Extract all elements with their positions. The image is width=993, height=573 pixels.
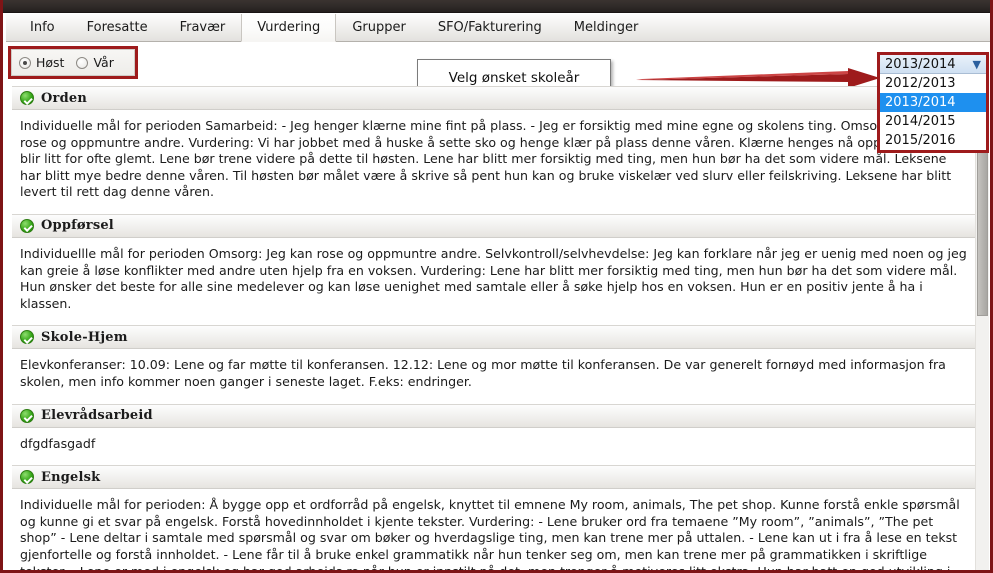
- tab-label: Fravær: [179, 20, 226, 35]
- green-check-icon: [20, 408, 34, 423]
- schoolyear-dropdown[interactable]: 2013/2014 ▼ 2012/2013 2013/2014 2014/2015 2…: [877, 52, 989, 153]
- assessment-panel-title: Oppførsel: [41, 218, 114, 234]
- tab-sfo-fakturering[interactable]: SFO/Fakturering: [422, 14, 558, 41]
- season-radio-var[interactable]: Vår: [76, 55, 114, 70]
- schoolyear-dropdown-header[interactable]: 2013/2014 ▼: [880, 55, 986, 74]
- schoolyear-option[interactable]: 2012/2013: [880, 74, 986, 93]
- tab-meldinger[interactable]: Meldinger: [558, 14, 655, 41]
- assessment-panel: Engelsk Individuelle mål for perioden: Å …: [12, 465, 981, 570]
- schoolyear-option[interactable]: 2014/2015: [880, 112, 986, 131]
- assessment-panel: Orden Individuelle mål for perioden Samar…: [12, 86, 981, 210]
- assessment-panel-body: Individuelle mål for perioden: Å bygge o…: [12, 489, 981, 570]
- schoolyear-dropdown-list[interactable]: 2012/2013 2013/2014 2014/2015 2015/2016: [880, 74, 986, 150]
- schoolyear-selected-value: 2013/2014: [885, 56, 956, 72]
- schoolyear-option[interactable]: 2015/2016: [880, 131, 986, 150]
- browser-chrome-bar: [3, 0, 990, 13]
- radio-button-icon[interactable]: [19, 56, 31, 69]
- schoolyear-option[interactable]: 2013/2014: [880, 93, 986, 112]
- assessment-panel-title: Elevrådsarbeid: [41, 408, 153, 424]
- tab-info[interactable]: Info: [14, 14, 71, 41]
- tab-label: SFO/Fakturering: [437, 20, 542, 35]
- season-radio-label: Vår: [93, 55, 114, 70]
- assessment-panel-body: Individuellle mål for perioden Omsorg: J…: [12, 237, 981, 322]
- tab-frav-r[interactable]: Fravær: [164, 14, 242, 41]
- tab-foresatte[interactable]: Foresatte: [71, 14, 164, 41]
- vertical-scrollbar-track[interactable]: [975, 86, 989, 570]
- tab-label: Grupper: [352, 20, 406, 35]
- application-window: Info Foresatte Fravær Vurdering Grupper SFO/F…: [0, 0, 993, 573]
- tab-grupper[interactable]: Grupper: [336, 14, 422, 41]
- assessment-panel-header[interactable]: Engelsk: [12, 465, 981, 490]
- tab-label: Foresatte: [86, 20, 148, 35]
- assessment-panel-header[interactable]: Elevrådsarbeid: [12, 403, 981, 428]
- season-radio-label: Høst: [36, 55, 65, 70]
- main-tab-strip: Info Foresatte Fravær Vurdering Grupper SFO/F…: [6, 14, 990, 42]
- green-check-icon: [20, 91, 34, 105]
- radio-button-icon[interactable]: [76, 56, 89, 69]
- green-check-icon: [20, 218, 34, 233]
- season-radio-group[interactable]: Høst Vår: [11, 49, 135, 76]
- assessment-panel-title: Engelsk: [41, 469, 101, 485]
- tab-label: Meldinger: [573, 20, 639, 35]
- assessment-panel-body: Individuelle mål for perioden Samarbeid:…: [12, 110, 981, 210]
- content-area: Høst Vår Velg ønsket skoleår 2013/2014 ▼ …: [6, 42, 990, 570]
- green-check-icon: [20, 470, 34, 485]
- season-radio-host[interactable]: Høst: [19, 55, 64, 70]
- assessment-panel-title: Skole-Hjem: [41, 329, 128, 345]
- tab-label: Vurdering: [257, 20, 321, 35]
- assessment-panel: Elevrådsarbeid dfgdfasgadf: [12, 403, 981, 462]
- assessment-panel: Oppførsel Individuellle mål for perioden …: [12, 213, 981, 322]
- assessment-panel-title: Orden: [41, 90, 87, 106]
- assessment-panel-header[interactable]: Skole-Hjem: [12, 325, 981, 350]
- tab-vurdering[interactable]: Vurdering: [241, 14, 337, 42]
- assessment-panel-header[interactable]: Orden: [12, 86, 981, 110]
- assessment-sections: Orden Individuelle mål for perioden Samar…: [12, 86, 981, 570]
- tab-label: Info: [30, 20, 55, 35]
- annotation-callout-text: Velg ønsket skoleår: [448, 70, 580, 86]
- season-selector-highlight: Høst Vår: [8, 46, 138, 79]
- vertical-scrollbar-thumb[interactable]: [977, 136, 988, 316]
- chevron-down-icon[interactable]: ▼: [973, 58, 984, 71]
- assessment-panel-body: dfgdfasgadf: [12, 427, 981, 462]
- assessment-panel-header[interactable]: Oppførsel: [12, 213, 981, 238]
- assessment-panel-body: Elevkonferanser: 10.09: Lene og far møtt…: [12, 349, 981, 400]
- green-check-icon: [20, 330, 34, 345]
- assessment-panel: Skole-Hjem Elevkonferanser: 10.09: Lene o…: [12, 325, 981, 400]
